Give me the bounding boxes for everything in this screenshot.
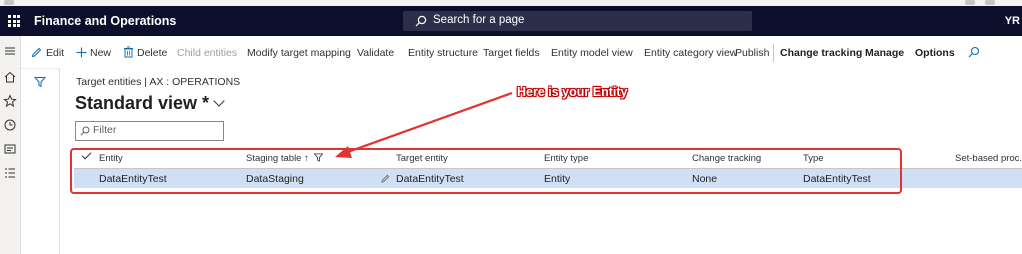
annotation-arrow [335, 91, 513, 158]
annotation-callout: Here is your Entity [517, 85, 628, 99]
